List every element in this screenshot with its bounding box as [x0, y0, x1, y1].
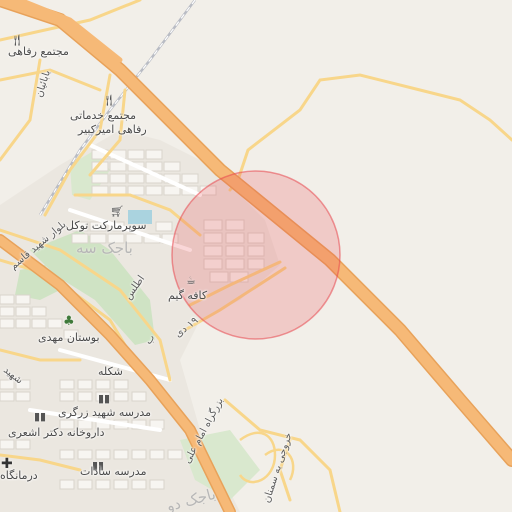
poi-label: بوستان مهدی — [38, 331, 100, 344]
district-label: باجک سه — [76, 239, 133, 257]
poi-label: داروخانه دکتر اشعری — [8, 426, 105, 439]
fork-knife-icon: 🍴︎ — [102, 94, 116, 107]
tree-icon: ♣ — [63, 314, 75, 329]
poi-label: مدرسه سادات — [80, 465, 147, 478]
poi-label: سوپرمارکت توکل — [66, 219, 147, 232]
school-icon: ▮▮ — [34, 410, 47, 423]
poi-label: مدرسه شهید زرگری — [58, 406, 152, 419]
poi-label: درمانگاه — [0, 469, 38, 482]
poi-label: مجتمع خدماتی — [70, 109, 137, 122]
map-canvas[interactable]: 🍴︎ 🍴︎ 🛒︎ ☕︎ ♣ ▮▮ ▮▮ ▮▮ ✚ مجتمع رفاهی مجت… — [0, 0, 512, 512]
poi-label: رفاهی امیرکبیر — [78, 123, 147, 136]
place-label: شکله — [98, 365, 123, 378]
poi-label: کافه گیم — [168, 289, 208, 302]
poi-label: مجتمع رفاهی — [8, 45, 69, 58]
school-icon: ▮▮ — [98, 392, 111, 405]
coffee-cup-icon: ☕︎ — [186, 274, 196, 287]
shopping-cart-icon: 🛒︎ — [110, 205, 124, 218]
